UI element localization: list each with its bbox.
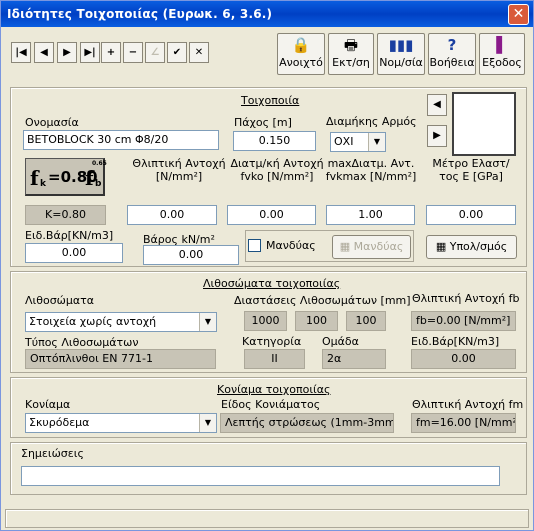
exit-door-icon: ▌	[496, 36, 508, 54]
preview-right-button[interactable]: ▶	[427, 125, 447, 147]
masonry-header: Τοιχοποιία	[241, 94, 300, 107]
formula-sub-k: k	[40, 179, 46, 189]
printer-icon: 🖶	[343, 36, 359, 54]
chevron-down-icon: ▼	[199, 313, 216, 331]
window-title: Ιδιότητες Τοιχοποιίας (Ευρωκ. 6, 3.6.)	[7, 7, 273, 21]
fb-value: fb=0.00 [N/mm²]	[411, 311, 516, 331]
norms-label: Νομ/σία	[379, 56, 423, 69]
masonry-preview-image	[452, 92, 516, 156]
exit-label: Εξοδος	[482, 56, 522, 69]
joint-select[interactable]: ΟΧΙ ▼	[330, 132, 386, 152]
edit-record-button[interactable]: ∠	[145, 42, 165, 63]
elastic-label: Μέτρο Ελαστ/τος E [GPa]	[432, 157, 510, 183]
add-record-button[interactable]: +	[101, 42, 121, 63]
chevron-down-icon: ▼	[199, 414, 216, 432]
fm-label: Θλιπτική Αντοχή fm	[412, 398, 524, 411]
elastic-input[interactable]: 0.00	[426, 205, 516, 225]
cancel-button[interactable]: ✕	[189, 42, 209, 63]
k-value: K=0.80	[25, 205, 106, 225]
shear-label: Διατμ/κή Αντοχή fvko [N/mm²]	[230, 157, 324, 183]
uw-label: Ειδ.Βάρ[KN/m3]	[411, 335, 500, 348]
formula-fb: f	[85, 166, 94, 190]
norms-button[interactable]: ▮▮▮ Νομ/σία	[377, 33, 425, 75]
fb-label: Θλιπτική Αντοχή fb	[412, 292, 520, 305]
mortar-select[interactable]: Σκυρόδεμα ▼	[25, 413, 217, 433]
mortar-header: Κονίαμα τοιχοποιίας	[217, 383, 331, 396]
close-button[interactable]: ✕	[508, 4, 529, 25]
group-label: Ομάδα	[322, 335, 359, 348]
jacket-button-label: Μανδύας	[353, 240, 404, 253]
lock-icon: 🔒	[291, 36, 311, 54]
mortar-label: Κονίαμα	[25, 398, 71, 411]
calculator-icon: ▦	[435, 240, 447, 253]
dims-label: Διαστάσεις Λιθοσωμάτων [mm]	[234, 294, 411, 307]
compressive-input[interactable]: 0.00	[127, 205, 217, 225]
maxshear-label: maxΔιατμ. Αντ. fvkmax [N/mm²]	[325, 157, 417, 183]
weight-input[interactable]: 0.00	[143, 245, 239, 265]
preview-left-button[interactable]: ◀	[427, 94, 447, 116]
joint-label: Διαμήκης Αρμός	[326, 115, 417, 128]
calculate-button-label: Υπολ/σμός	[449, 240, 508, 253]
dim-length: 1000	[244, 311, 287, 331]
help-label: Βοήθεια	[429, 56, 475, 69]
unitweight-label: Ειδ.Βάρ[KN/m3]	[25, 229, 114, 242]
type-label: Τύπος Λιθοσωμάτων	[25, 336, 139, 349]
maxshear-input[interactable]: 1.00	[326, 205, 415, 225]
formula-sub-b: b	[95, 179, 102, 189]
unitweight-input[interactable]: 0.00	[25, 243, 123, 263]
formula-exponent: 0.65	[92, 160, 107, 167]
open-label: Ανοιχτό	[279, 56, 323, 69]
print-button[interactable]: 🖶 Εκτ/ση	[328, 33, 374, 75]
category-label: Κατηγορία	[242, 335, 302, 348]
chevron-down-icon: ▼	[368, 133, 385, 151]
units-value: Στοιχεία χωρίς αντοχή	[29, 315, 157, 328]
units-header: Λιθοσώματα τοιχοποιίας	[203, 277, 341, 290]
help-button[interactable]: ? Βοήθεια	[428, 33, 476, 75]
dim-width: 100	[295, 311, 338, 331]
shear-input[interactable]: 0.00	[227, 205, 316, 225]
mortar-kind-value: Λεπτής στρώσεως (1mm-3mm)	[220, 413, 394, 433]
delete-record-button[interactable]: −	[123, 42, 143, 63]
calculator-icon: ▦	[339, 240, 351, 253]
title-bar: Ιδιότητες Τοιχοποιίας (Ευρωκ. 6, 3.6.) ✕	[1, 1, 533, 27]
mortar-value: Σκυρόδεμα	[29, 416, 90, 429]
category-value: II	[244, 349, 305, 369]
thickness-input[interactable]: 0.150	[233, 131, 316, 151]
exit-button[interactable]: ▌ Εξοδος	[479, 33, 525, 75]
open-button[interactable]: 🔒 Ανοιχτό	[277, 33, 325, 75]
print-label: Εκτ/ση	[332, 56, 370, 69]
notes-label: Σημειώσεις	[21, 447, 84, 460]
thickness-label: Πάχος [m]	[234, 116, 292, 129]
name-input[interactable]: BETOBLOCK 30 cm Φ8/20	[23, 130, 219, 150]
compressive-label: Θλιπτική Αντοχή [N/mm²]	[132, 157, 226, 183]
jacket-check-label: Μανδύας	[266, 239, 316, 252]
dim-height: 100	[346, 311, 386, 331]
first-record-button[interactable]: |◀	[11, 42, 31, 63]
jacket-button[interactable]: ▦ Μανδύας	[332, 235, 411, 259]
status-bar	[5, 509, 529, 528]
type-value: Οπτόπλινθοι EN 771-1	[25, 349, 216, 369]
question-icon: ?	[447, 36, 457, 54]
confirm-button[interactable]: ✔	[167, 42, 187, 63]
mortar-kind-label: Είδος Κονιάματος	[221, 398, 321, 411]
next-record-button[interactable]: ▶	[57, 42, 77, 63]
books-icon: ▮▮▮	[388, 36, 414, 54]
masonry-properties-window: Ιδιότητες Τοιχοποιίας (Ευρωκ. 6, 3.6.) ✕…	[0, 0, 534, 531]
units-label: Λιθοσώματα	[25, 294, 95, 307]
joint-value: ΟΧΙ	[334, 135, 354, 148]
formula-f: f	[30, 166, 39, 190]
formula-box: f k =0.80 f b 0.65	[25, 158, 107, 196]
notes-input[interactable]	[21, 466, 500, 486]
prev-record-button[interactable]: ◀	[34, 42, 54, 63]
name-label: Ονομασία	[25, 116, 79, 129]
calculate-button[interactable]: ▦ Υπολ/σμός	[426, 235, 517, 259]
fm-value: fm=16.00 [N/mm²]	[411, 413, 516, 433]
units-select[interactable]: Στοιχεία χωρίς αντοχή ▼	[25, 312, 217, 332]
uw-value: 0.00	[411, 349, 516, 369]
jacket-checkbox[interactable]	[248, 239, 261, 252]
last-record-button[interactable]: ▶|	[80, 42, 100, 63]
group-value: 2α	[322, 349, 386, 369]
